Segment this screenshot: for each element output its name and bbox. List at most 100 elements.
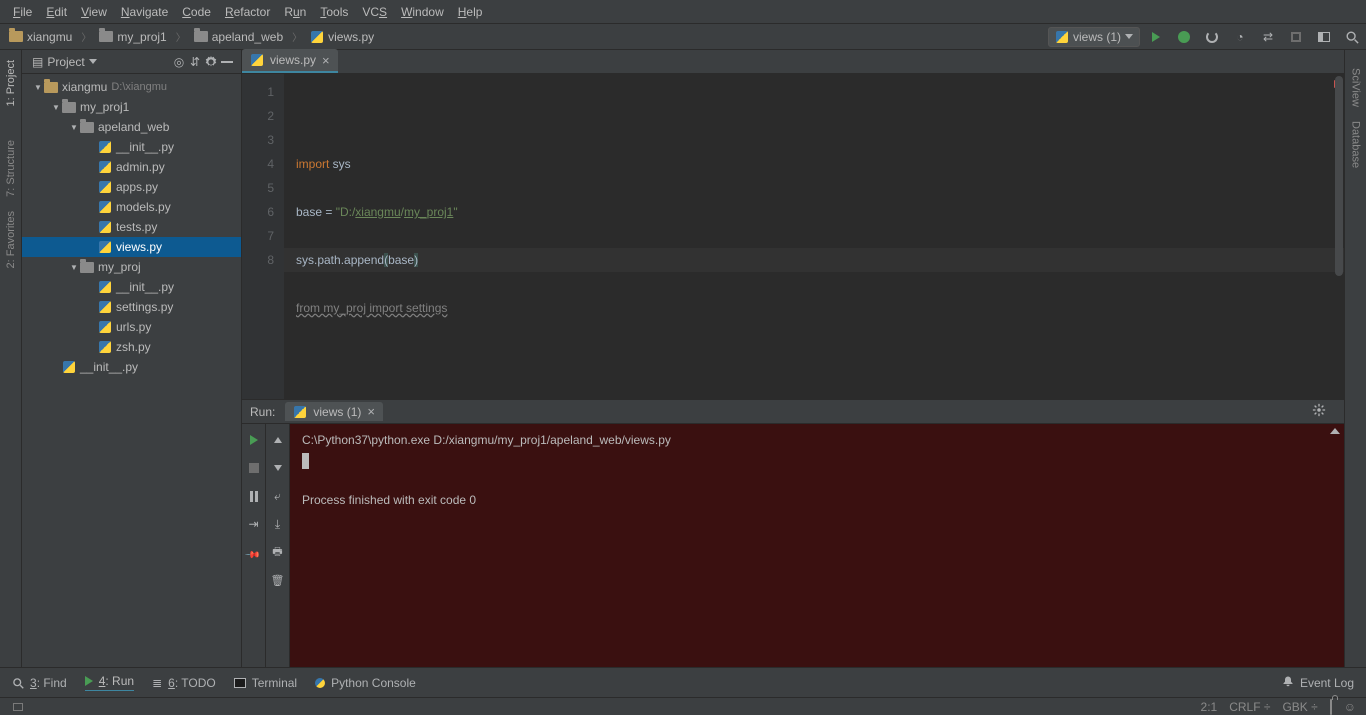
editor-tab-views[interactable]: views.py × (242, 49, 338, 73)
inspection-widget[interactable]: ☺ (1344, 700, 1356, 714)
file-views[interactable]: views.py (22, 237, 241, 257)
file-urls[interactable]: urls.py (22, 317, 241, 337)
tree-twisty[interactable] (86, 201, 98, 213)
down-button[interactable] (270, 460, 286, 476)
stop-button[interactable] (1288, 29, 1304, 45)
menu-code[interactable]: Code (175, 0, 218, 24)
close-icon[interactable]: × (367, 404, 375, 419)
code-line-7[interactable]: from my_proj import settings (296, 296, 1332, 320)
run-button[interactable] (1148, 29, 1164, 45)
toolwin-structure[interactable]: 7: Structure (5, 140, 17, 197)
crumb-apeland_web[interactable]: apeland_web (173, 29, 286, 44)
tree-twisty[interactable] (86, 301, 98, 313)
stop-button[interactable] (246, 460, 262, 476)
event-log-button[interactable]: Event Log (1282, 675, 1354, 690)
code-area[interactable]: import sys base = "D:/xiangmu/my_proj1" … (284, 74, 1344, 399)
tree-twisty[interactable] (50, 361, 62, 373)
tree-twisty[interactable] (86, 161, 98, 173)
menu-help[interactable]: Help (451, 0, 490, 24)
menu-file[interactable]: File (6, 0, 39, 24)
crumb-views-py[interactable]: views.py (289, 29, 377, 44)
gear-button[interactable] (203, 54, 219, 70)
menu-run[interactable]: Run (277, 0, 313, 24)
project-tree[interactable]: xiangmuD:\xiangmumy_proj1apeland_web__in… (22, 74, 241, 667)
tool-python-console[interactable]: Python Console (315, 676, 416, 690)
scroll-to-end-button[interactable]: ⤓ (270, 516, 286, 532)
run-console[interactable]: C:\Python37\python.exe D:/xiangmu/my_pro… (290, 424, 1344, 667)
pause-button[interactable] (246, 488, 262, 504)
tree-twisty[interactable] (68, 121, 80, 133)
run-coverage-button[interactable] (1204, 29, 1220, 45)
menu-edit[interactable]: Edit (39, 0, 74, 24)
pin-button[interactable] (246, 544, 262, 560)
tree-twisty[interactable] (86, 281, 98, 293)
tool-find[interactable]: 3: Find (12, 676, 67, 690)
menu-window[interactable]: Window (394, 0, 451, 24)
layout-button[interactable] (1316, 29, 1332, 45)
up-button[interactable] (270, 432, 286, 448)
tree-twisty[interactable] (86, 141, 98, 153)
file-init2[interactable]: __init__.py (22, 277, 241, 297)
file-zsh[interactable]: zsh.py (22, 337, 241, 357)
locate-button[interactable]: ◎ (171, 54, 187, 70)
menu-navigate[interactable]: Navigate (114, 0, 175, 24)
toolwin-database[interactable]: Database (1350, 121, 1362, 168)
close-icon[interactable]: × (322, 53, 330, 68)
read-only-toggle[interactable] (1330, 700, 1332, 714)
tool-todo[interactable]: ≣6: TODO (152, 676, 216, 690)
tree-twisty[interactable] (86, 181, 98, 193)
toolwin-sciview[interactable]: SciView (1350, 68, 1362, 107)
run-tab[interactable]: views (1) × (285, 402, 383, 421)
menu-tools[interactable]: Tools (313, 0, 355, 24)
tool-windows-toggle[interactable] (10, 703, 26, 711)
clear-button[interactable] (270, 572, 286, 588)
caret-position[interactable]: 2:1 (1201, 700, 1218, 714)
code-line-4[interactable] (296, 224, 1332, 248)
gear-button[interactable] (1312, 403, 1326, 420)
project-root[interactable]: xiangmuD:\xiangmu (22, 77, 241, 97)
project-view-selector[interactable]: ▤ Project (28, 53, 101, 71)
search-button[interactable] (1344, 29, 1360, 45)
tool-terminal[interactable]: Terminal (234, 676, 297, 690)
crumb-my_proj1[interactable]: my_proj1 (78, 29, 169, 44)
file-init[interactable]: __init__.py (22, 137, 241, 157)
expand-all-button[interactable]: ⇵ (187, 54, 203, 70)
file-apps[interactable]: apps.py (22, 177, 241, 197)
editor-scrollbar[interactable] (1334, 74, 1344, 399)
tree-twisty[interactable] (50, 101, 62, 113)
folder-myproj1[interactable]: my_proj1 (22, 97, 241, 117)
code-line-3[interactable]: base = "D:/xiangmu/my_proj1" (296, 200, 1332, 224)
crumb-xiangmu[interactable]: xiangmu (6, 30, 75, 44)
attach-button[interactable]: ⇄ (1260, 29, 1276, 45)
rerun-button[interactable] (246, 432, 262, 448)
tree-twisty[interactable] (68, 261, 80, 273)
toolwin-favorites[interactable]: 2: Favorites (5, 211, 17, 268)
line-separator[interactable]: CRLF ÷ (1229, 700, 1270, 714)
arrow-up-icon[interactable] (1330, 428, 1340, 434)
debug-button[interactable] (1176, 29, 1192, 45)
file-admin[interactable]: admin.py (22, 157, 241, 177)
code-line-6[interactable] (296, 272, 1332, 296)
hide-button[interactable] (219, 54, 235, 70)
run-configuration-selector[interactable]: views (1) (1048, 27, 1140, 47)
code-line-8[interactable] (296, 320, 1332, 344)
file-encoding[interactable]: GBK ÷ (1282, 700, 1317, 714)
tree-twisty[interactable] (86, 221, 98, 233)
profile-button[interactable]: ◔ (1232, 29, 1248, 45)
file-init3[interactable]: __init__.py (22, 357, 241, 377)
folder-apeland-web[interactable]: apeland_web (22, 117, 241, 137)
tree-twisty[interactable] (86, 341, 98, 353)
file-models[interactable]: models.py (22, 197, 241, 217)
folder-myproj[interactable]: my_proj (22, 257, 241, 277)
print-button[interactable] (270, 544, 286, 560)
code-line-1[interactable]: import sys (296, 152, 1332, 176)
code-line-5[interactable]: sys.path.append(base) (284, 248, 1344, 272)
file-settings[interactable]: settings.py (22, 297, 241, 317)
tree-twisty[interactable] (86, 241, 98, 253)
tree-twisty[interactable] (86, 321, 98, 333)
soft-wrap-button[interactable]: ⤶ (270, 488, 286, 504)
code-line-2[interactable] (296, 176, 1332, 200)
menu-refactor[interactable]: Refactor (218, 0, 277, 24)
scroll-thumb[interactable] (1335, 76, 1343, 276)
editor-body[interactable]: 12345678 import sys base = "D:/xiangmu/m… (242, 74, 1344, 399)
